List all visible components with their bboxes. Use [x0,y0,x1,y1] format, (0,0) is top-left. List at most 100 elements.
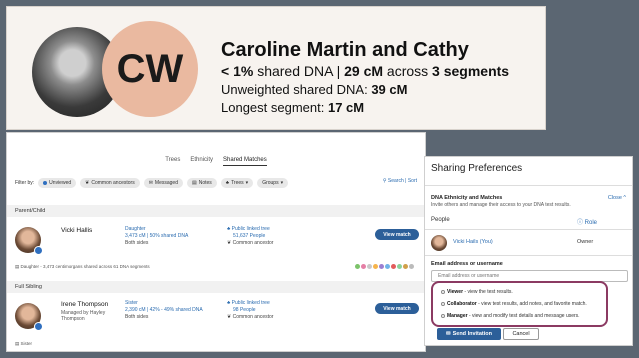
send-invitation-button[interactable]: ✉ Send Invitation [437,328,501,340]
role-header[interactable]: ⓘ Role [577,217,597,226]
tree-link[interactable]: Public linked tree [232,226,270,232]
search-sort-label: Search | Sort [387,178,417,184]
unweighted-dna: Unweighted shared DNA: 39 cM [221,82,407,97]
shared-dna[interactable]: 3,473 cM | 50% shared DNA [125,233,188,240]
role-viewer-option[interactable]: Viewer - view the test results. [441,289,513,295]
avatar[interactable] [15,303,43,331]
relationship[interactable]: Daughter [125,226,188,233]
tab-shared-matches[interactable]: Shared Matches [223,157,267,166]
divider [425,185,632,186]
tab-ethnicity[interactable]: Ethnicity [190,157,213,166]
section-parent-child: Parent/Child [7,205,425,217]
unviewed-dot-icon [43,181,48,185]
chip-label: Unviewed [49,180,72,186]
longest-segment: Longest segment: 17 cM [221,100,364,115]
leaf-icon: ❦ [85,180,90,186]
mail-icon: ✉ [445,331,451,337]
role-desc: - view test results, add notes, and favo… [476,301,587,307]
person-role: Owner [577,239,594,245]
close-section-button[interactable]: Close ^ [608,195,626,201]
tab-trees[interactable]: Trees [165,157,180,166]
filter-common-ancestors[interactable]: ❦ Common ancestors [80,178,140,188]
match-row: Vicki Hallis Daughter 3,473 cM | 50% sha… [7,219,425,279]
sides: Both sides [125,314,149,320]
person-name-link[interactable]: Vicki Hails (You) [453,239,493,245]
filter-notes[interactable]: ▤ Notes [186,178,217,188]
search-sort-links[interactable]: ⚲ Search | Sort [383,178,417,184]
message-icon: ✉ [148,180,153,186]
match-row-name[interactable]: Vicki Hallis [61,227,92,234]
view-match-button[interactable]: View match [375,229,419,240]
shared-percent: < 1% [221,63,254,79]
chip-label: Groups [262,180,279,186]
filter-trees[interactable]: ♣ Trees ▾ [220,178,254,188]
group-dot-icon[interactable] [367,264,372,269]
note-icon: ▤ [191,180,197,186]
shared-dna-summary: < 1% shared DNA | 29 cM across 3 segment… [221,63,509,79]
shared-dna[interactable]: 2,390 cM | 42% - 49% shared DNA [125,307,217,314]
match-row: Irene Thompson Managed by Hayley Thompso… [7,295,425,351]
group-dot-icon[interactable] [409,264,414,269]
close-label: Close [607,195,622,201]
tree-info: ♣ Public linked tree 98 People ❦ Common … [227,300,273,321]
dna-badge-icon [34,246,43,255]
radio-button[interactable] [441,313,445,318]
relationship-info: Sister 2,390 cM | 42% - 49% shared DNA B… [125,300,217,321]
info-icon: ⓘ [577,220,585,226]
group-dot-icon[interactable] [373,264,378,269]
filter-unviewed[interactable]: Unviewed [38,178,77,188]
chevron-up-icon: ^ [621,195,626,201]
segments-count: 3 segments [432,63,510,79]
role-name: Viewer [447,289,464,295]
group-dot-icon[interactable] [361,264,366,269]
tree-link[interactable]: Public linked tree [232,300,270,306]
role-name: Collaborator [447,301,477,307]
tree-people[interactable]: 51,637 People [227,233,273,240]
role-name: Manager [447,313,468,319]
match-tabs: Trees Ethnicity Shared Matches [7,157,425,166]
tree-icon: ♣ [225,180,230,186]
chip-label: Messaged [154,180,178,186]
view-match-button[interactable]: View match [375,303,419,314]
group-dot-icon[interactable] [391,264,396,269]
tree-info: ♣ Public linked tree 51,637 People ❦ Com… [227,226,273,247]
group-dot-icon[interactable] [397,264,402,269]
filter-label: Filter by: [15,180,35,186]
match-footnote: ▤ Sister [15,341,32,347]
email-label: Email address or username [431,261,503,267]
chip-label: Common ancestors [91,180,135,186]
filter-messaged[interactable]: ✉ Messaged [143,178,183,188]
tree-people[interactable]: 98 People [227,307,273,314]
cancel-button[interactable]: Cancel [503,328,539,340]
group-dot-icon[interactable] [379,264,384,269]
filter-groups[interactable]: Groups ▾ [257,178,289,188]
radio-button[interactable] [441,289,445,294]
unweighted-value: 39 cM [371,82,408,97]
section-full-sibling: Full Sibling [7,281,425,293]
shared-cm: 29 cM [344,63,384,79]
group-dot-icon[interactable] [403,264,408,269]
role-label: Role [584,220,598,226]
group-dot-icon[interactable] [385,264,390,269]
role-collaborator-option[interactable]: Collaborator - view test results, add no… [441,301,587,307]
radio-button[interactable] [441,301,445,306]
chevron-down-icon: ▾ [245,180,249,186]
relationship[interactable]: Sister [125,300,217,307]
color-dots-1[interactable] [355,264,414,269]
group-dot-icon[interactable] [355,264,360,269]
divider [425,229,632,230]
avatar [431,235,447,251]
longest-value: 17 cM [327,100,365,115]
chevron-down-icon: ▾ [280,180,284,186]
match-header-card: CW Caroline Martin and Cathy < 1% shared… [6,6,546,130]
avatar[interactable] [15,227,43,255]
sides: Both sides [125,240,149,246]
match-row-name[interactable]: Irene Thompson [61,301,108,308]
dna-badge-icon [34,322,43,331]
role-manager-option[interactable]: Manager - view and modify test details a… [441,313,580,319]
sharing-preferences-dialog: Sharing Preferences DNA Ethnicity and Ma… [424,156,633,346]
chip-label: Trees [231,180,244,186]
common-ancestor: Common ancestor [232,314,274,320]
initials-avatar: CW [102,21,198,117]
unweighted-label: Unweighted shared DNA: [221,82,372,97]
